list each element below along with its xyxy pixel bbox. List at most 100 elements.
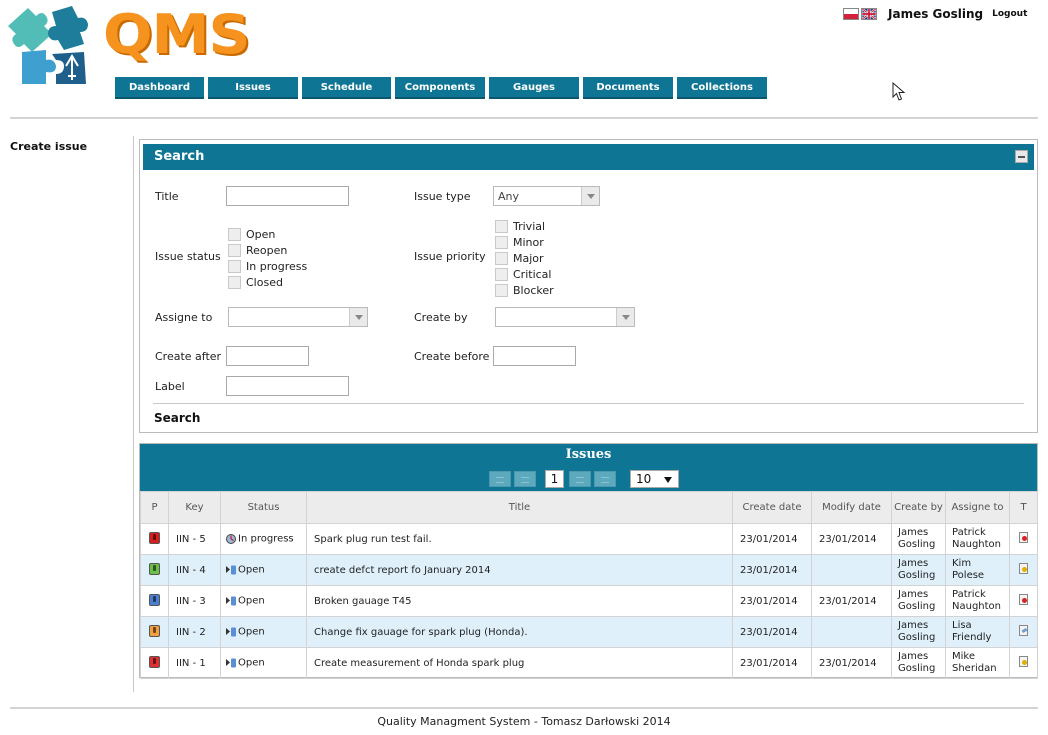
header-divider bbox=[10, 117, 1038, 119]
col-modify-date[interactable]: Modify date bbox=[811, 491, 892, 524]
checkbox[interactable] bbox=[495, 235, 508, 249]
priority-blocker-checkbox[interactable]: Blocker bbox=[495, 282, 554, 298]
title-cell[interactable]: create defct report fo January 2014 bbox=[306, 554, 733, 586]
key-cell[interactable]: IIN - 1 bbox=[168, 647, 221, 679]
table-row[interactable]: IIN - 3 Open Broken gauage T45 23/01/2014 23… bbox=[140, 585, 1038, 617]
nav-dashboard[interactable]: Dashboard bbox=[115, 77, 204, 99]
col-status[interactable]: Status bbox=[220, 491, 307, 524]
last-page-icon[interactable] bbox=[594, 471, 616, 487]
uk-flag-icon[interactable] bbox=[861, 8, 877, 20]
collapse-icon[interactable] bbox=[1015, 150, 1028, 163]
nav-components[interactable]: Components bbox=[395, 77, 485, 99]
table-row[interactable]: IIN - 2 Open Change fix gauage for spark p… bbox=[140, 616, 1038, 648]
status-option-label: Open bbox=[246, 227, 276, 241]
checkbox[interactable] bbox=[495, 283, 508, 297]
create-by-last: Gosling bbox=[898, 632, 936, 643]
assigne-to-cell: Patrick Naughton bbox=[945, 585, 1010, 617]
table-row[interactable]: IIN - 4 Open create defct report fo Januar… bbox=[140, 554, 1038, 586]
title-cell[interactable]: Create measurement of Honda spark plug bbox=[306, 647, 733, 679]
issue-type-select[interactable]: Any bbox=[493, 186, 600, 206]
col-create-date[interactable]: Create date bbox=[732, 491, 812, 524]
assigne-to-cell: Patrick Naughton bbox=[945, 523, 1010, 555]
key-cell[interactable]: IIN - 2 bbox=[168, 616, 221, 648]
modify-date-cell bbox=[811, 554, 892, 586]
priority-minor-checkbox[interactable]: Minor bbox=[495, 234, 544, 250]
priority-option-label: Blocker bbox=[513, 283, 554, 297]
table-row[interactable]: IIN - 1 Open Create measurement of Honda s… bbox=[140, 647, 1038, 679]
issues-panel: Issues 1 10 P Key Status Title Create da… bbox=[139, 443, 1038, 679]
status-open-checkbox[interactable]: Open bbox=[228, 226, 275, 242]
checkbox[interactable] bbox=[495, 251, 508, 265]
search-button[interactable]: Search bbox=[154, 411, 200, 425]
checkbox[interactable] bbox=[495, 267, 508, 281]
status-cell: Open bbox=[220, 616, 307, 648]
create-by-last: Gosling bbox=[898, 601, 936, 612]
status-text: Open bbox=[238, 657, 265, 669]
title-cell[interactable]: Spark plug run test fail. bbox=[306, 523, 733, 555]
assigne-first: Kim bbox=[952, 558, 972, 569]
assigne-first: Lisa bbox=[952, 620, 972, 631]
title-cell[interactable]: Broken gauage T45 bbox=[306, 585, 733, 617]
title-cell[interactable]: Change fix gauage for spark plug (Honda)… bbox=[306, 616, 733, 648]
table-row[interactable]: IIN - 5 In progress Spark plug run test fa… bbox=[140, 523, 1038, 555]
first-page-icon[interactable] bbox=[489, 471, 511, 487]
create-after-input[interactable] bbox=[226, 346, 309, 366]
checkbox[interactable] bbox=[228, 227, 241, 241]
create-issue-link[interactable]: Create issue bbox=[10, 140, 87, 153]
nav-collections[interactable]: Collections bbox=[677, 77, 767, 99]
nav-schedule[interactable]: Schedule bbox=[302, 77, 391, 99]
create-date-cell: 23/01/2014 bbox=[732, 647, 812, 679]
key-cell[interactable]: IIN - 4 bbox=[168, 554, 221, 586]
rows-per-page-select[interactable]: 10 bbox=[630, 470, 679, 488]
col-assigne-to[interactable]: Assigne to bbox=[945, 491, 1010, 524]
nav-issues[interactable]: Issues bbox=[208, 77, 298, 99]
previous-page-icon[interactable] bbox=[514, 471, 536, 487]
status-text: In progress bbox=[238, 533, 294, 545]
create-by-last: Gosling bbox=[898, 663, 936, 674]
checkbox[interactable] bbox=[228, 243, 241, 257]
col-title[interactable]: Title bbox=[306, 491, 733, 524]
nav-gauges[interactable]: Gauges bbox=[489, 77, 579, 99]
task-icon bbox=[1019, 563, 1028, 574]
status-in-progress-checkbox[interactable]: In progress bbox=[228, 258, 307, 274]
priority-icon bbox=[149, 593, 160, 606]
create-by-last: Gosling bbox=[898, 570, 936, 581]
priority-trivial-checkbox[interactable]: Trivial bbox=[495, 218, 545, 234]
type-cell bbox=[1009, 523, 1038, 555]
status-reopen-checkbox[interactable]: Reopen bbox=[228, 242, 287, 258]
search-panel-header: Search bbox=[143, 144, 1034, 170]
priority-major-checkbox[interactable]: Major bbox=[495, 250, 544, 266]
checkbox[interactable] bbox=[495, 219, 508, 233]
status-option-label: Reopen bbox=[246, 243, 288, 257]
issues-panel-title: Issues bbox=[140, 444, 1037, 466]
status-text: Open bbox=[238, 626, 265, 638]
next-page-icon[interactable] bbox=[569, 471, 591, 487]
nav-documents[interactable]: Documents bbox=[583, 77, 673, 99]
title-input[interactable] bbox=[226, 186, 349, 206]
polish-flag-icon[interactable] bbox=[843, 8, 859, 20]
checkbox[interactable] bbox=[228, 275, 241, 289]
type-cell bbox=[1009, 554, 1038, 586]
priority-cell bbox=[140, 554, 169, 586]
create-before-input[interactable] bbox=[493, 346, 576, 366]
status-closed-checkbox[interactable]: Closed bbox=[228, 274, 283, 290]
page-number[interactable]: 1 bbox=[545, 470, 564, 488]
priority-critical-checkbox[interactable]: Critical bbox=[495, 266, 551, 282]
key-cell[interactable]: IIN - 3 bbox=[168, 585, 221, 617]
logout-link[interactable]: Logout bbox=[992, 9, 1027, 19]
status-cell: Open bbox=[220, 585, 307, 617]
open-icon bbox=[226, 627, 236, 637]
rows-per-page-value: 10 bbox=[636, 472, 652, 486]
create-by-select[interactable] bbox=[495, 307, 635, 327]
col-key[interactable]: Key bbox=[168, 491, 221, 524]
col-create-by[interactable]: Create by bbox=[891, 491, 946, 524]
assigne-last: Friendly bbox=[952, 632, 992, 643]
label-label: Label bbox=[155, 380, 185, 393]
label-input[interactable] bbox=[226, 376, 349, 396]
col-type[interactable]: T bbox=[1009, 491, 1038, 524]
assign-to-select[interactable] bbox=[228, 307, 368, 327]
qms-logo[interactable]: QMS bbox=[6, 4, 250, 86]
key-cell[interactable]: IIN - 5 bbox=[168, 523, 221, 555]
col-priority[interactable]: P bbox=[140, 491, 169, 524]
checkbox[interactable] bbox=[228, 259, 241, 273]
